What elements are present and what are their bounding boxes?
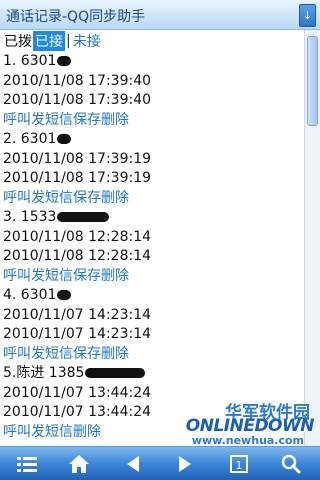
entry-actions: 呼叫发短信删除 <box>0 423 304 443</box>
tab-missed[interactable]: 未接 <box>72 31 102 51</box>
sms-link[interactable]: 发短信 <box>31 112 73 128</box>
back-button[interactable] <box>120 451 146 477</box>
entry-number: 2. 6301 <box>3 131 57 147</box>
title-bar: 通话记录-QQ同步助手 ↓ <box>0 0 320 30</box>
tab-dialed[interactable]: 已拨 <box>3 31 33 51</box>
call-link[interactable]: 呼叫 <box>3 190 31 206</box>
entry-time: 2010/11/07 13:44:24 <box>3 404 152 420</box>
save-link[interactable]: 保存 <box>73 268 101 284</box>
arrow-left-icon <box>127 456 139 472</box>
scroll-down-button[interactable]: ↓ <box>299 4 316 27</box>
call-link[interactable]: 呼叫 <box>3 268 31 284</box>
call-link[interactable]: 呼叫 <box>3 424 31 440</box>
entry-number-line: 1. 6301 <box>0 52 304 72</box>
page-icon: 1 <box>230 455 248 473</box>
entry-time: 2010/11/07 14:23:14 <box>3 326 152 342</box>
entry-time: 2010/11/08 12:28:14 <box>3 228 152 245</box>
sms-link[interactable]: 发短信 <box>31 190 73 206</box>
entry-time: 2010/11/08 12:28:14 <box>3 248 152 264</box>
call-entry: 1. 6301 2010/11/08 17:39:40 2010/11/08 1… <box>0 52 304 130</box>
redaction-mask <box>57 290 72 300</box>
entry-number: 3. 1533 <box>3 209 57 225</box>
home-button[interactable] <box>66 451 92 477</box>
sms-link[interactable]: 发短信 <box>31 424 73 440</box>
save-link[interactable]: 保存 <box>73 346 101 362</box>
entry-number: 1. 6301 <box>3 53 57 69</box>
call-link[interactable]: 呼叫 <box>3 112 31 128</box>
redaction-mask <box>57 56 72 66</box>
entry-time: 2010/11/07 13:44:24 <box>3 384 152 401</box>
save-link[interactable]: 保存 <box>73 190 101 206</box>
page-number: 1 <box>236 459 243 472</box>
call-entry: 3. 1533 2010/11/08 12:28:14 2010/11/08 1… <box>0 208 304 286</box>
forward-button[interactable] <box>172 451 198 477</box>
delete-link[interactable]: 删除 <box>101 268 129 284</box>
entry-number-line: 5.陈进 1385 <box>0 364 304 384</box>
entry-number: 5.陈进 1385 <box>3 365 85 381</box>
entry-actions: 呼叫发短信保存删除 <box>0 267 304 287</box>
entry-number-line: 4. 6301 <box>0 286 304 306</box>
redaction-mask <box>85 368 146 378</box>
redaction-mask <box>57 212 110 222</box>
tab-received[interactable]: 已接 <box>33 31 65 51</box>
entry-actions: 呼叫发短信保存删除 <box>0 189 304 209</box>
arrow-right-icon <box>179 456 191 472</box>
entry-number-line: 3. 1533 <box>0 208 304 228</box>
entry-number: 4. 6301 <box>3 287 57 303</box>
delete-link[interactable]: 删除 <box>101 346 129 362</box>
sms-link[interactable]: 发短信 <box>31 346 73 362</box>
search-icon <box>281 454 301 474</box>
entry-time: 2010/11/07 14:23:14 <box>3 306 152 323</box>
menu-button[interactable] <box>14 451 40 477</box>
call-log-content: 已拨 已接 | 未接 1. 6301 2010/11/08 17:39:40 2… <box>0 30 304 446</box>
entry-time: 2010/11/08 17:39:19 <box>3 150 152 167</box>
home-icon <box>69 455 89 473</box>
entry-actions: 呼叫发短信保存删除 <box>0 111 304 131</box>
search-button[interactable] <box>278 451 304 477</box>
call-type-tabs: 已拨 已接 | 未接 <box>0 30 304 52</box>
delete-link[interactable]: 删除 <box>73 424 101 440</box>
call-entry: 4. 6301 2010/11/07 14:23:14 2010/11/07 1… <box>0 286 304 364</box>
bottom-toolbar: 1 <box>0 446 320 480</box>
redaction-mask <box>57 134 72 144</box>
entry-time: 2010/11/08 17:39:19 <box>3 170 152 186</box>
arrow-down-icon: ↓ <box>302 9 313 22</box>
entry-actions: 呼叫发短信保存删除 <box>0 345 304 365</box>
page-button[interactable]: 1 <box>226 451 252 477</box>
window-title: 通话记录-QQ同步助手 <box>6 9 146 25</box>
delete-link[interactable]: 删除 <box>101 112 129 128</box>
tab-separator: | <box>66 33 71 49</box>
entry-number-line: 2. 6301 <box>0 130 304 150</box>
menu-icon <box>17 457 37 472</box>
delete-link[interactable]: 删除 <box>101 190 129 206</box>
save-link[interactable]: 保存 <box>73 112 101 128</box>
call-link[interactable]: 呼叫 <box>3 346 31 362</box>
entry-time: 2010/11/08 17:39:40 <box>3 72 152 89</box>
call-entry: 2. 6301 2010/11/08 17:39:19 2010/11/08 1… <box>0 130 304 208</box>
sms-link[interactable]: 发短信 <box>31 268 73 284</box>
scroll-thumb[interactable] <box>307 36 318 126</box>
call-entry: 5.陈进 1385 2010/11/07 13:44:24 2010/11/07… <box>0 364 304 442</box>
vertical-scrollbar[interactable] <box>304 30 320 446</box>
entry-time: 2010/11/08 17:39:40 <box>3 92 152 108</box>
